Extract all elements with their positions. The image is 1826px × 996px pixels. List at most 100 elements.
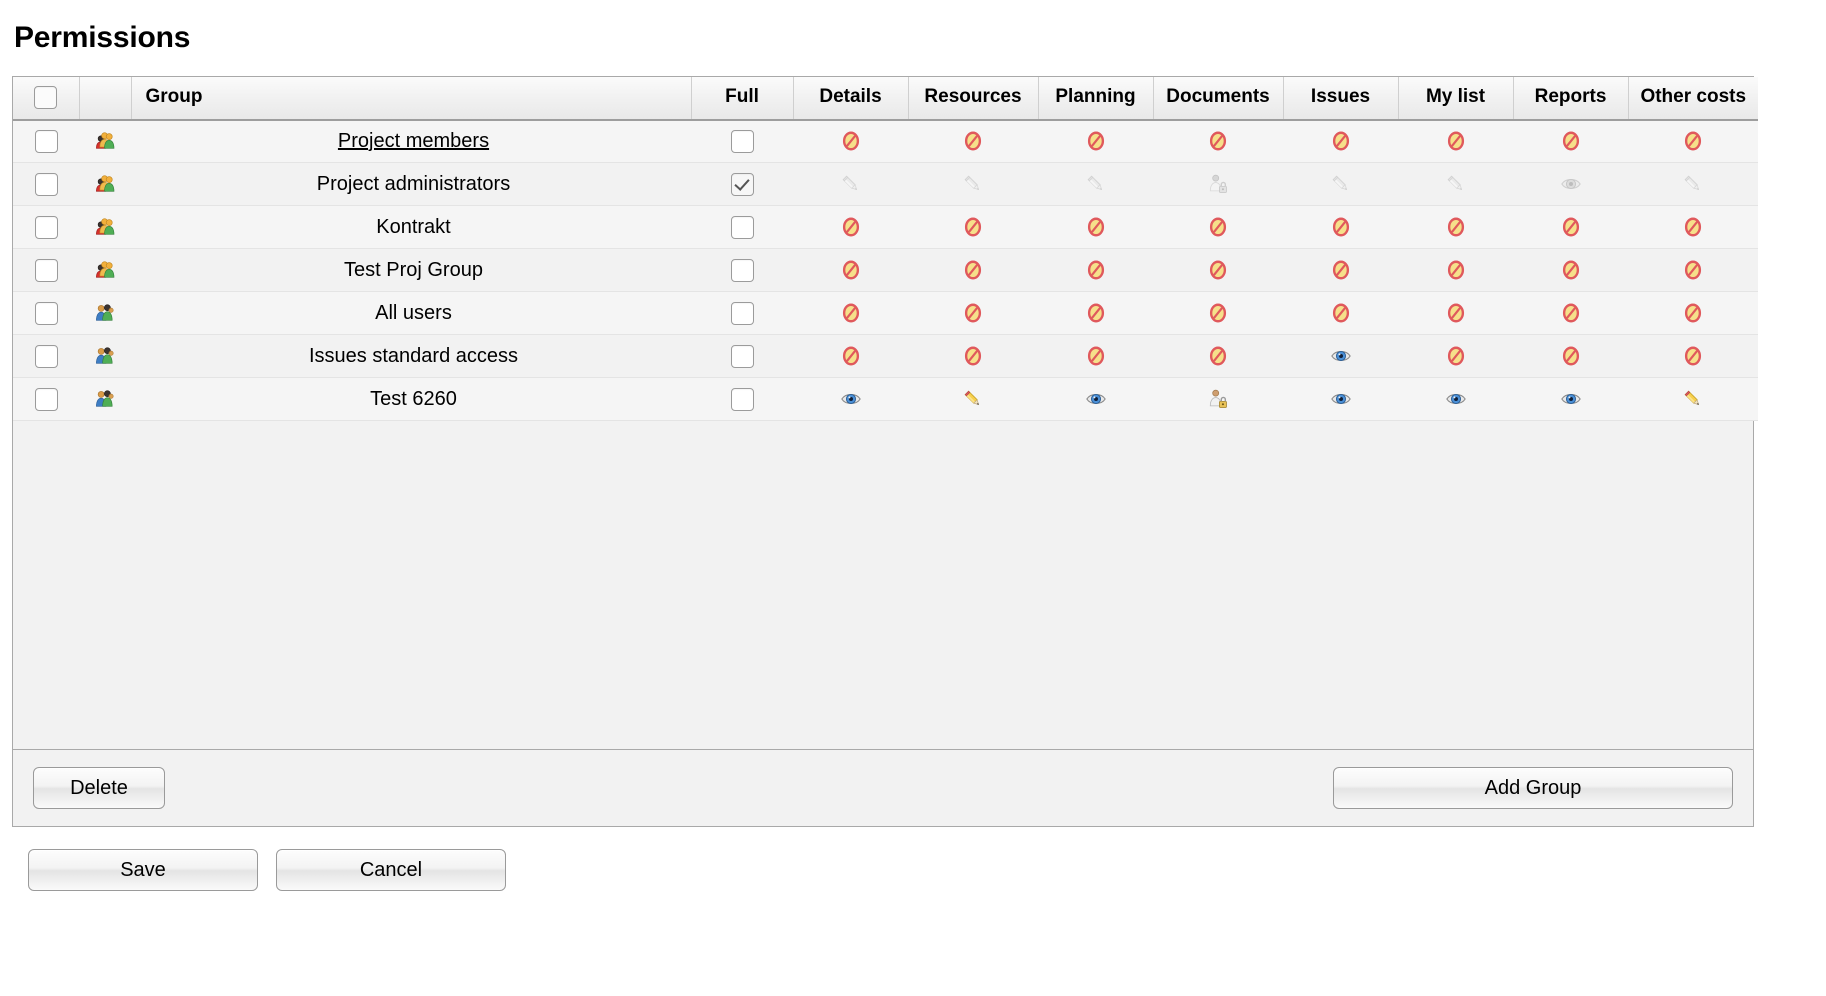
permission-cell-resources[interactable]: [908, 377, 1038, 421]
full-permission-cell[interactable]: [691, 119, 793, 163]
row-select-cell[interactable]: [13, 119, 79, 163]
permission-cell-issues[interactable]: [1283, 205, 1398, 249]
permission-cell-details[interactable]: [793, 334, 908, 378]
permission-cell-details[interactable]: [793, 291, 908, 335]
add-group-button[interactable]: Add Group: [1333, 767, 1733, 809]
denied-icon[interactable]: [1445, 217, 1467, 237]
permission-cell-details[interactable]: [793, 377, 908, 421]
permission-cell-issues[interactable]: [1283, 291, 1398, 335]
denied-icon[interactable]: [1207, 303, 1229, 323]
permission-cell-planning[interactable]: [1038, 334, 1153, 378]
permission-cell-othercosts[interactable]: [1628, 119, 1758, 163]
denied-icon[interactable]: [962, 217, 984, 237]
pencil-disabled-icon[interactable]: [1085, 175, 1107, 192]
pencil-disabled-icon[interactable]: [1330, 175, 1352, 192]
denied-icon[interactable]: [1207, 217, 1229, 237]
person-lock-disabled-icon[interactable]: [1207, 174, 1229, 193]
permission-cell-details[interactable]: [793, 162, 908, 206]
pencil-disabled-icon[interactable]: [1682, 175, 1704, 192]
permission-cell-othercosts[interactable]: [1628, 248, 1758, 292]
denied-icon[interactable]: [840, 131, 862, 151]
permission-cell-resources[interactable]: [908, 205, 1038, 249]
full-permission-cell[interactable]: [691, 334, 793, 378]
row-select-cell[interactable]: [13, 334, 79, 378]
denied-icon[interactable]: [962, 303, 984, 323]
permission-cell-planning[interactable]: [1038, 291, 1153, 335]
denied-icon[interactable]: [1330, 303, 1352, 323]
eye-icon[interactable]: [1330, 347, 1352, 364]
permission-cell-issues[interactable]: [1283, 119, 1398, 163]
full-permission-checkbox[interactable]: [730, 344, 754, 368]
header-details[interactable]: Details: [793, 76, 909, 121]
eye-icon[interactable]: [1560, 390, 1582, 407]
header-full[interactable]: Full: [691, 76, 794, 121]
group-name-link[interactable]: Project members: [338, 130, 489, 152]
permission-cell-mylist[interactable]: [1398, 119, 1513, 163]
denied-icon[interactable]: [962, 346, 984, 366]
header-group[interactable]: Group: [131, 76, 692, 121]
row-select-checkbox[interactable]: [34, 301, 58, 325]
permission-cell-othercosts[interactable]: [1628, 205, 1758, 249]
denied-icon[interactable]: [1207, 131, 1229, 151]
permission-cell-documents[interactable]: [1153, 291, 1283, 335]
pencil-disabled-icon[interactable]: [1445, 175, 1467, 192]
permission-cell-reports[interactable]: [1513, 248, 1628, 292]
permission-cell-planning[interactable]: [1038, 119, 1153, 163]
pencil-disabled-icon[interactable]: [840, 175, 862, 192]
row-select-checkbox[interactable]: [34, 129, 58, 153]
denied-icon[interactable]: [1560, 131, 1582, 151]
full-permission-cell[interactable]: [691, 291, 793, 335]
denied-icon[interactable]: [1330, 131, 1352, 151]
permission-cell-othercosts[interactable]: [1628, 334, 1758, 378]
row-select-cell[interactable]: [13, 162, 79, 206]
delete-button[interactable]: Delete: [33, 767, 165, 809]
permission-cell-details[interactable]: [793, 119, 908, 163]
denied-icon[interactable]: [1445, 260, 1467, 280]
full-permission-cell[interactable]: [691, 162, 793, 206]
denied-icon[interactable]: [962, 131, 984, 151]
full-permission-checkbox[interactable]: [730, 215, 754, 239]
permission-cell-issues[interactable]: [1283, 334, 1398, 378]
permission-cell-reports[interactable]: [1513, 205, 1628, 249]
denied-icon[interactable]: [1330, 217, 1352, 237]
permission-cell-mylist[interactable]: [1398, 248, 1513, 292]
denied-icon[interactable]: [1682, 346, 1704, 366]
permission-cell-issues[interactable]: [1283, 248, 1398, 292]
pencil-icon[interactable]: [962, 390, 984, 407]
row-select-checkbox[interactable]: [34, 172, 58, 196]
full-permission-checkbox[interactable]: [730, 258, 754, 282]
permission-cell-othercosts[interactable]: [1628, 377, 1758, 421]
denied-icon[interactable]: [1560, 217, 1582, 237]
person-lock-icon[interactable]: [1207, 389, 1229, 408]
save-button[interactable]: Save: [28, 849, 258, 891]
full-permission-checkbox[interactable]: [730, 387, 754, 411]
permission-cell-planning[interactable]: [1038, 248, 1153, 292]
permission-cell-othercosts[interactable]: [1628, 291, 1758, 335]
row-select-checkbox[interactable]: [34, 215, 58, 239]
denied-icon[interactable]: [840, 346, 862, 366]
header-reports[interactable]: Reports: [1513, 76, 1629, 121]
permission-cell-documents[interactable]: [1153, 334, 1283, 378]
denied-icon[interactable]: [1682, 217, 1704, 237]
denied-icon[interactable]: [1445, 303, 1467, 323]
cancel-button[interactable]: Cancel: [276, 849, 506, 891]
denied-icon[interactable]: [1445, 346, 1467, 366]
pencil-icon[interactable]: [1682, 390, 1704, 407]
header-planning[interactable]: Planning: [1038, 76, 1154, 121]
eye-disabled-icon[interactable]: [1560, 175, 1582, 192]
eye-icon[interactable]: [840, 390, 862, 407]
permission-cell-othercosts[interactable]: [1628, 162, 1758, 206]
select-all-checkbox[interactable]: [34, 85, 58, 109]
header-mylist[interactable]: My list: [1398, 76, 1514, 121]
permission-cell-reports[interactable]: [1513, 334, 1628, 378]
permission-cell-mylist[interactable]: [1398, 377, 1513, 421]
full-permission-checkbox[interactable]: [730, 301, 754, 325]
permission-cell-resources[interactable]: [908, 334, 1038, 378]
denied-icon[interactable]: [1682, 260, 1704, 280]
permission-cell-documents[interactable]: [1153, 162, 1283, 206]
denied-icon[interactable]: [962, 260, 984, 280]
denied-icon[interactable]: [1682, 131, 1704, 151]
full-permission-checkbox[interactable]: [730, 129, 754, 153]
permission-cell-planning[interactable]: [1038, 377, 1153, 421]
denied-icon[interactable]: [1682, 303, 1704, 323]
